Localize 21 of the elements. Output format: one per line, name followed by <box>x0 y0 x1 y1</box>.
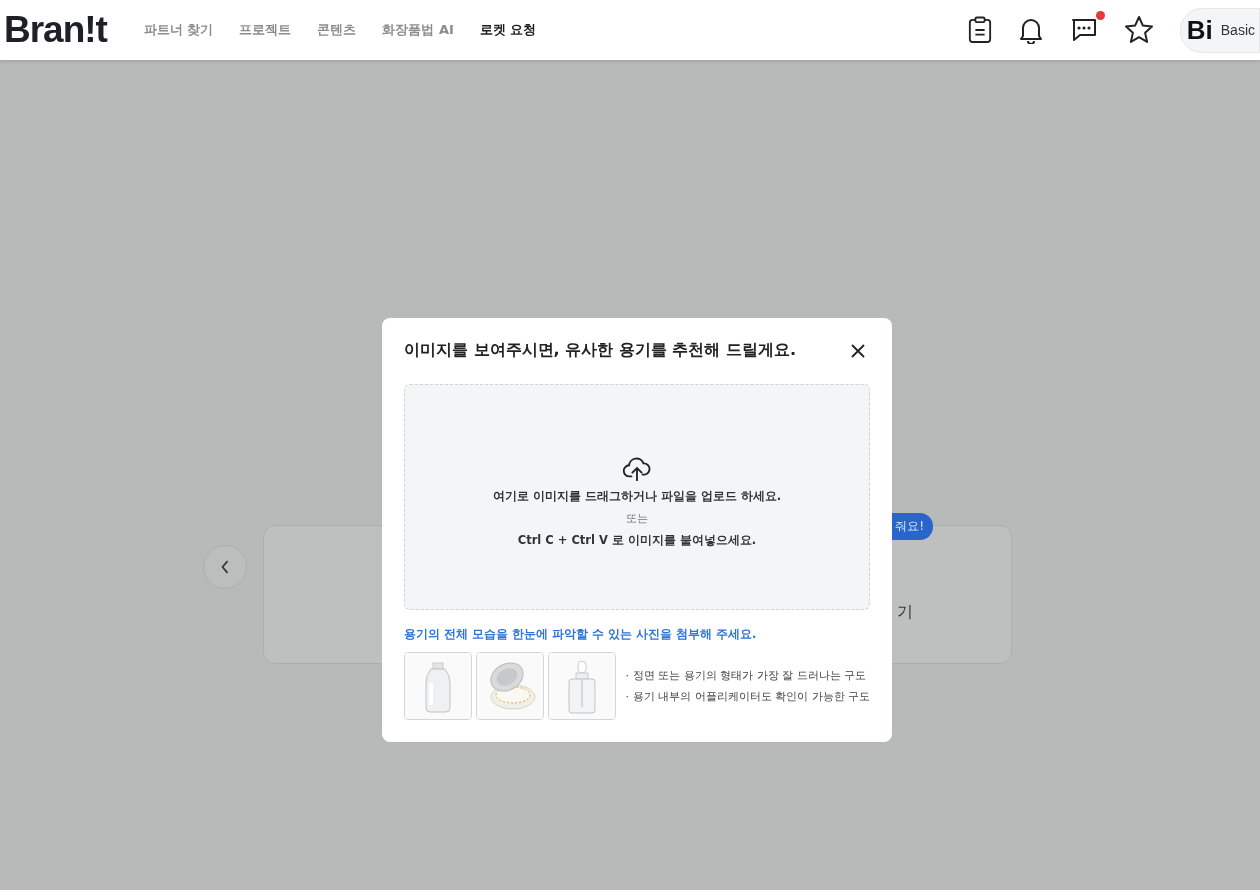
tip-text: · 용기 내부의 어플리케이터도 확인이 가능한 구도 <box>625 689 870 704</box>
clipboard-icon[interactable] <box>967 16 992 44</box>
image-drop-zone[interactable]: 여기로 이미지를 드래그하거나 파일을 업로드 하세요. 또는 Ctrl C + Ctrl V 로 이미지를 붙여넣으세요. <box>404 384 870 610</box>
chat-icon[interactable] <box>1069 17 1098 43</box>
or-label: 또는 <box>626 511 648 526</box>
chevron-left-icon <box>220 559 230 575</box>
drop-instruction: 여기로 이미지를 드래그하거나 파일을 업로드 하세요. <box>492 489 782 504</box>
profile-initials: Bi <box>1186 14 1213 46</box>
nav-link[interactable]: 로켓 요청 <box>479 21 537 39</box>
star-icon[interactable] <box>1123 15 1154 45</box>
bell-icon[interactable] <box>1017 16 1044 44</box>
cloud-upload-icon <box>622 456 652 482</box>
hint-text: 용기의 전체 모습을 한눈에 파악할 수 있는 사진을 첨부해 주세요. <box>404 627 758 642</box>
profile-button[interactable]: Bi Basic <box>1179 7 1260 53</box>
tip-text: · 정면 또는 용기의 형태가 가장 잘 드러나는 구도 <box>625 668 867 683</box>
paste-instruction: Ctrl C + Ctrl V 로 이미지를 붙여넣으세요. <box>517 533 757 548</box>
card-text: 기 <box>897 602 913 623</box>
logo[interactable]: Bran!t <box>4 9 107 51</box>
plan-label: Basic <box>1220 22 1255 38</box>
dialog-title: 이미지를 보여주시면, 유사한 용기를 추천해 드릴게요. <box>404 340 796 361</box>
close-icon[interactable] <box>850 342 866 359</box>
